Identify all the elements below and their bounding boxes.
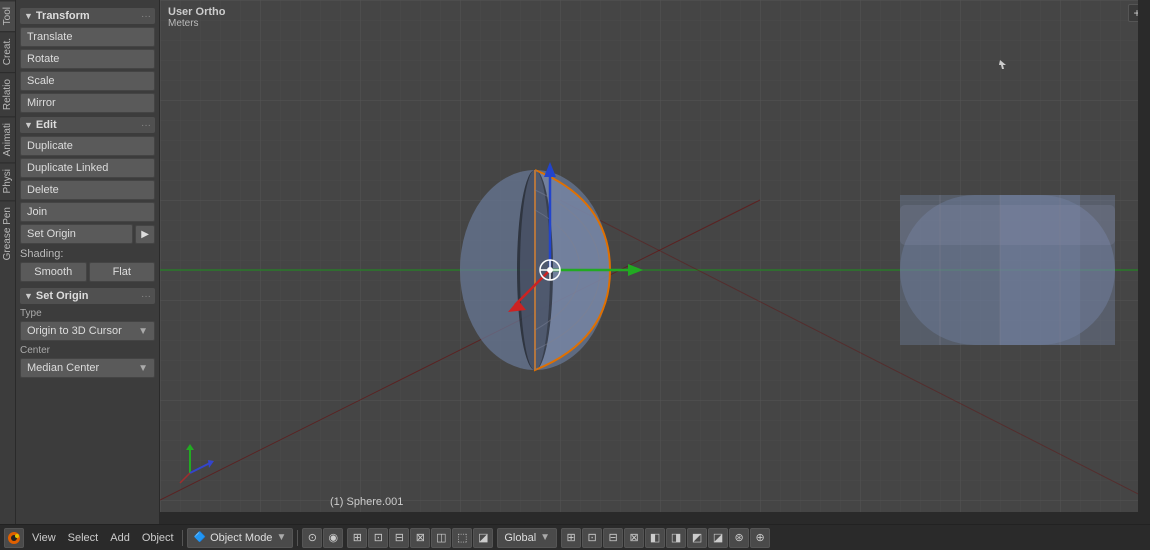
icon-9[interactable]: ⊛ xyxy=(729,528,749,548)
nav-gizmo xyxy=(170,438,220,488)
snap7-icon[interactable]: ◪ xyxy=(473,528,493,548)
icon-6[interactable]: ◨ xyxy=(666,528,686,548)
snap2-icon[interactable]: ⊡ xyxy=(368,528,388,548)
tab-relatio[interactable]: Relatio xyxy=(0,72,15,116)
icon-7[interactable]: ◩ xyxy=(687,528,707,548)
sidebar-content: ▼ Transform ··· Translate Rotate Scale M… xyxy=(16,0,159,524)
snap6-icon[interactable]: ⬚ xyxy=(452,528,472,548)
render-icon[interactable]: ◉ xyxy=(323,528,343,548)
shading-buttons: Smooth Flat xyxy=(20,262,155,282)
blender-icon[interactable] xyxy=(4,528,24,548)
icon-10[interactable]: ⊕ xyxy=(750,528,770,548)
transform-dots: ··· xyxy=(141,11,151,22)
global-view-icon[interactable]: ⊙ xyxy=(302,528,322,548)
icon-5[interactable]: ◧ xyxy=(645,528,665,548)
tab-animati[interactable]: Animati xyxy=(0,116,15,162)
menu-select[interactable]: Select xyxy=(64,532,103,544)
object-info: (1) Sphere.001 xyxy=(330,496,403,508)
rotate-button[interactable]: Rotate xyxy=(20,49,155,69)
tab-grease-pen[interactable]: Grease Pen xyxy=(0,200,15,266)
edit-dots: ··· xyxy=(141,120,151,131)
sidebar: Tool Creat. Relatio Animati Physi Grease… xyxy=(0,0,160,524)
icon-2[interactable]: ⊡ xyxy=(582,528,602,548)
icon-8[interactable]: ◪ xyxy=(708,528,728,548)
divider-1 xyxy=(182,530,183,546)
set-origin-panel-title: Set Origin xyxy=(36,290,89,302)
mirror-button[interactable]: Mirror xyxy=(20,93,155,113)
side-tabs: Tool Creat. Relatio Animati Physi Grease… xyxy=(0,0,16,524)
delete-button[interactable]: Delete xyxy=(20,180,155,200)
tab-physi[interactable]: Physi xyxy=(0,162,15,199)
type-value: Origin to 3D Cursor xyxy=(27,325,122,337)
duplicate-button[interactable]: Duplicate xyxy=(20,136,155,156)
set-origin-panel-dots: ··· xyxy=(141,291,151,302)
viewport-grid xyxy=(160,0,1150,524)
scale-button[interactable]: Scale xyxy=(20,71,155,91)
set-origin-row: Set Origin ▶ xyxy=(20,224,155,244)
center-dropdown-arrow: ▼ xyxy=(138,363,148,374)
right-icons: ⊞ ⊡ ⊟ ⊠ ◧ ◨ ◩ ◪ ⊛ ⊕ xyxy=(561,528,770,548)
flat-button[interactable]: Flat xyxy=(89,262,156,282)
menu-object[interactable]: Object xyxy=(138,532,178,544)
edit-section-header[interactable]: ▼ Edit ··· xyxy=(20,117,155,133)
icon-1[interactable]: ⊞ xyxy=(561,528,581,548)
mode-dropdown[interactable]: 🔷 Object Mode ▼ xyxy=(187,528,294,548)
menu-view[interactable]: View xyxy=(28,532,60,544)
snap-icon[interactable]: ⊞ xyxy=(347,528,367,548)
edit-title: Edit xyxy=(36,119,57,131)
set-origin-panel: ▼ Set Origin ··· Type Origin to 3D Curso… xyxy=(20,288,155,378)
icon-4[interactable]: ⊠ xyxy=(624,528,644,548)
transform-space-label: Global xyxy=(504,532,536,544)
type-dropdown-arrow: ▼ xyxy=(138,326,148,337)
set-origin-dropdown-arrow[interactable]: ▶ xyxy=(135,225,155,244)
status-bar: View Select Add Object 🔷 Object Mode ▼ ⊙… xyxy=(0,524,1150,550)
set-origin-triangle: ▼ xyxy=(24,291,33,301)
transform-space-dropdown[interactable]: Global ▼ xyxy=(497,528,557,548)
type-dropdown[interactable]: Origin to 3D Cursor ▼ xyxy=(20,321,155,341)
center-label: Center xyxy=(20,345,155,356)
snap3-icon[interactable]: ⊟ xyxy=(389,528,409,548)
join-button[interactable]: Join xyxy=(20,202,155,222)
edit-triangle: ▼ xyxy=(24,120,33,130)
mode-label: Object Mode xyxy=(210,532,272,544)
main-area: Tool Creat. Relatio Animati Physi Grease… xyxy=(0,0,1150,524)
tab-creat[interactable]: Creat. xyxy=(0,31,15,71)
center-dropdown[interactable]: Median Center ▼ xyxy=(20,358,155,378)
transform-triangle: ▼ xyxy=(24,11,33,21)
smooth-button[interactable]: Smooth xyxy=(20,262,87,282)
shading-label: Shading: xyxy=(20,248,155,260)
type-label: Type xyxy=(20,308,155,319)
menu-add[interactable]: Add xyxy=(106,532,134,544)
snap4-icon[interactable]: ⊠ xyxy=(410,528,430,548)
set-origin-button[interactable]: Set Origin xyxy=(20,224,133,244)
center-value: Median Center xyxy=(27,362,99,374)
horizontal-scrollbar[interactable] xyxy=(160,512,1138,524)
set-origin-panel-header[interactable]: ▼ Set Origin ··· xyxy=(20,288,155,304)
duplicate-linked-button[interactable]: Duplicate Linked xyxy=(20,158,155,178)
transform-section-header[interactable]: ▼ Transform ··· xyxy=(20,8,155,24)
vertical-scrollbar[interactable] xyxy=(1138,0,1150,524)
icon-3[interactable]: ⊟ xyxy=(603,528,623,548)
viewport-icons: ⊙ ◉ xyxy=(302,528,343,548)
viewport[interactable]: User Ortho Meters + (1) Sphere.001 xyxy=(160,0,1150,524)
translate-button[interactable]: Translate xyxy=(20,27,155,47)
divider-2 xyxy=(297,530,298,546)
snap-icons: ⊞ ⊡ ⊟ ⊠ ◫ ⬚ ◪ xyxy=(347,528,493,548)
transform-title: Transform xyxy=(36,10,90,22)
tab-tool[interactable]: Tool xyxy=(0,0,15,31)
snap5-icon[interactable]: ◫ xyxy=(431,528,451,548)
